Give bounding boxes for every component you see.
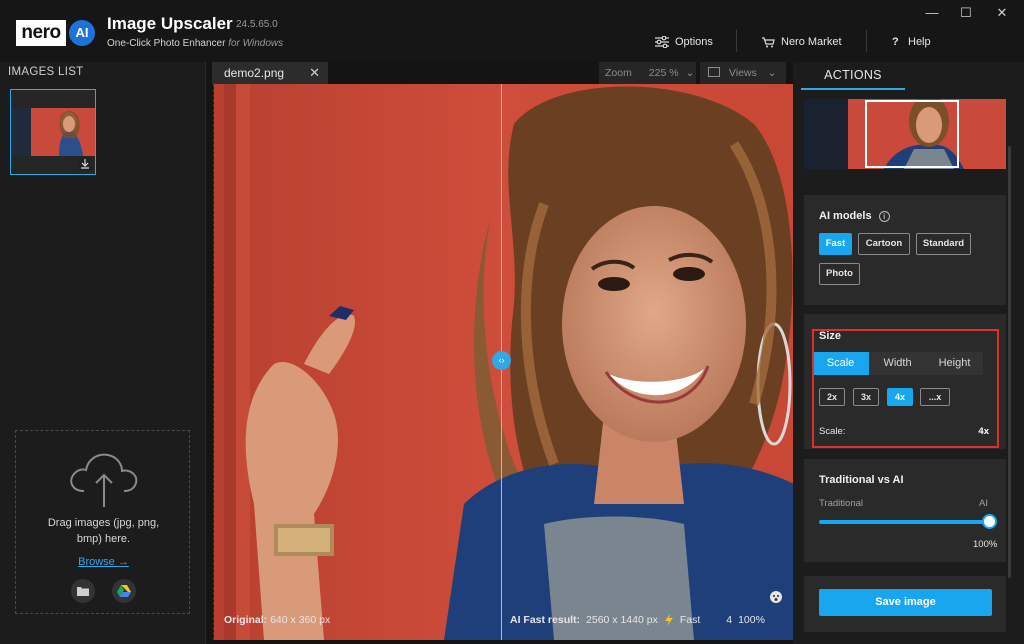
size-mode-scale[interactable]: Scale xyxy=(812,352,869,375)
model-cartoon-button[interactable]: Cartoon xyxy=(858,233,910,255)
ai-mode: Fast xyxy=(679,614,701,626)
actions-scrollbar[interactable] xyxy=(1008,146,1011,578)
google-drive-icon xyxy=(117,585,131,597)
traditional-ai-slider-thumb[interactable] xyxy=(982,514,997,529)
navigator-image xyxy=(804,99,1006,169)
scale-4x-button[interactable]: 4x xyxy=(887,388,913,406)
size-mode-selector: Scale Width Height xyxy=(812,352,983,375)
comparison-handle[interactable]: ‹› xyxy=(492,351,511,370)
folder-icon xyxy=(77,587,89,596)
traditional-vs-ai-title: Traditional vs AI xyxy=(819,474,904,486)
scale-2x-button[interactable]: 2x xyxy=(819,388,845,406)
help-icon: ? xyxy=(892,36,899,48)
size-mode-width[interactable]: Width xyxy=(869,352,926,375)
chevron-down-icon: ⌄ xyxy=(767,67,777,79)
header-divider xyxy=(866,30,867,52)
ai-result-info: AI Fast result: 2560 x 1440 px Fast 4 10… xyxy=(510,614,765,626)
original-size: 640 x 360 px xyxy=(270,614,331,626)
ai-models-card: AI models i Fast Cartoon Standard Photo xyxy=(804,195,1006,305)
download-icon[interactable] xyxy=(78,157,92,171)
header-divider xyxy=(736,30,737,52)
original-info: Original: 640 x 360 px xyxy=(224,614,330,626)
size-title: Size xyxy=(819,330,842,342)
traditional-ai-value: 100% xyxy=(973,539,998,550)
app-version: 24.5.65.0 xyxy=(236,19,278,30)
options-label: Options xyxy=(675,36,713,48)
close-window-button[interactable]: ✕ xyxy=(990,4,1014,22)
options-sliders-icon xyxy=(655,36,669,48)
nero-market-label: Nero Market xyxy=(781,36,842,48)
nero-market-button[interactable]: Nero Market xyxy=(761,33,842,51)
minimize-button[interactable]: — xyxy=(920,4,944,22)
nero-logo: nero xyxy=(16,20,66,46)
chevron-down-icon: ⌄ xyxy=(685,67,695,79)
size-mode-height[interactable]: Height xyxy=(926,352,983,375)
tab-actions[interactable]: ACTIONS xyxy=(801,62,905,90)
scale-custom-button[interactable]: ...x xyxy=(920,388,950,406)
ai-models-title-text: AI models xyxy=(819,210,872,222)
app-title: Image Upscaler xyxy=(107,14,233,33)
model-photo-button[interactable]: Photo xyxy=(819,263,860,285)
ai-models-title: AI models i xyxy=(819,210,890,222)
ai-result-label: AI Fast result: xyxy=(510,614,581,626)
ai-label: AI xyxy=(979,498,988,509)
views-label: Views xyxy=(728,67,757,79)
app-subtitle-platform: for Windows xyxy=(228,38,284,49)
model-fast-button[interactable]: Fast xyxy=(819,233,852,255)
ai-result-size: 2560 x 1440 px xyxy=(586,614,658,626)
zoom-label: Zoom xyxy=(605,67,632,79)
zoom-control[interactable]: Zoom 225 % ⌄ xyxy=(599,62,696,84)
model-standard-button[interactable]: Standard xyxy=(916,233,971,255)
image-viewer: demo2.png ✕ Zoom 225 % ⌄ Views ⌄ ‹› Orig… xyxy=(206,62,793,644)
google-drive-source-button[interactable] xyxy=(112,579,136,603)
market-cart-icon xyxy=(762,37,775,48)
ai-percent: 100% xyxy=(738,614,765,626)
file-tab-label: demo2.png xyxy=(224,66,285,80)
original-label: Original: xyxy=(224,614,268,626)
scale-label: Scale: xyxy=(819,426,846,437)
options-button[interactable]: Options xyxy=(655,33,713,51)
app-subtitle-text: One-Click Photo Enhancer xyxy=(107,38,226,49)
drop-instructions: Drag images (jpg, png, bmp) here. xyxy=(47,517,160,545)
browse-link[interactable]: Browse → xyxy=(16,556,191,568)
file-tab[interactable]: demo2.png ✕ xyxy=(212,62,328,84)
zoom-value: 225 % xyxy=(648,67,679,79)
cloud-upload-icon xyxy=(70,453,138,507)
ai-scale: 4 xyxy=(726,614,733,626)
save-image-button[interactable]: Save image xyxy=(819,589,992,616)
close-tab-icon[interactable]: ✕ xyxy=(309,62,320,84)
comparison-image[interactable]: ‹› Original: 640 x 360 px AI Fast result… xyxy=(213,84,793,640)
help-button[interactable]: ? Help xyxy=(892,33,931,51)
maximize-button[interactable]: ☐ xyxy=(954,4,978,22)
lightning-icon xyxy=(664,614,673,626)
image-thumbnail[interactable] xyxy=(10,89,96,175)
traditional-label: Traditional xyxy=(819,498,864,509)
actions-panel: ACTIONS AI models i Fast Cartoon Standar… xyxy=(793,62,1024,644)
help-label: Help xyxy=(908,36,931,48)
title-bar: nero AI Image Upscaler 24.5.65.0 One-Cli… xyxy=(0,0,1024,62)
ai-logo-badge: AI xyxy=(69,20,95,46)
info-icon[interactable]: i xyxy=(878,211,890,222)
folder-source-button[interactable] xyxy=(71,579,95,603)
views-control[interactable]: Views ⌄ xyxy=(700,62,786,84)
images-list-title: IMAGES LIST xyxy=(8,66,84,78)
traditional-ai-slider-track[interactable] xyxy=(819,520,989,524)
image-drop-zone[interactable]: Drag images (jpg, png, bmp) here. Browse… xyxy=(15,430,190,614)
scale-3x-button[interactable]: 3x xyxy=(853,388,879,406)
app-subtitle: One-Click Photo Enhancer for Windows xyxy=(107,38,283,49)
navigator-preview[interactable] xyxy=(804,99,1006,169)
face-icon[interactable] xyxy=(769,590,783,604)
views-icon xyxy=(708,67,720,77)
scale-value: 4x xyxy=(978,426,989,437)
images-list-panel: IMAGES LIST Drag images (jpg, png, bmp) … xyxy=(0,62,206,644)
